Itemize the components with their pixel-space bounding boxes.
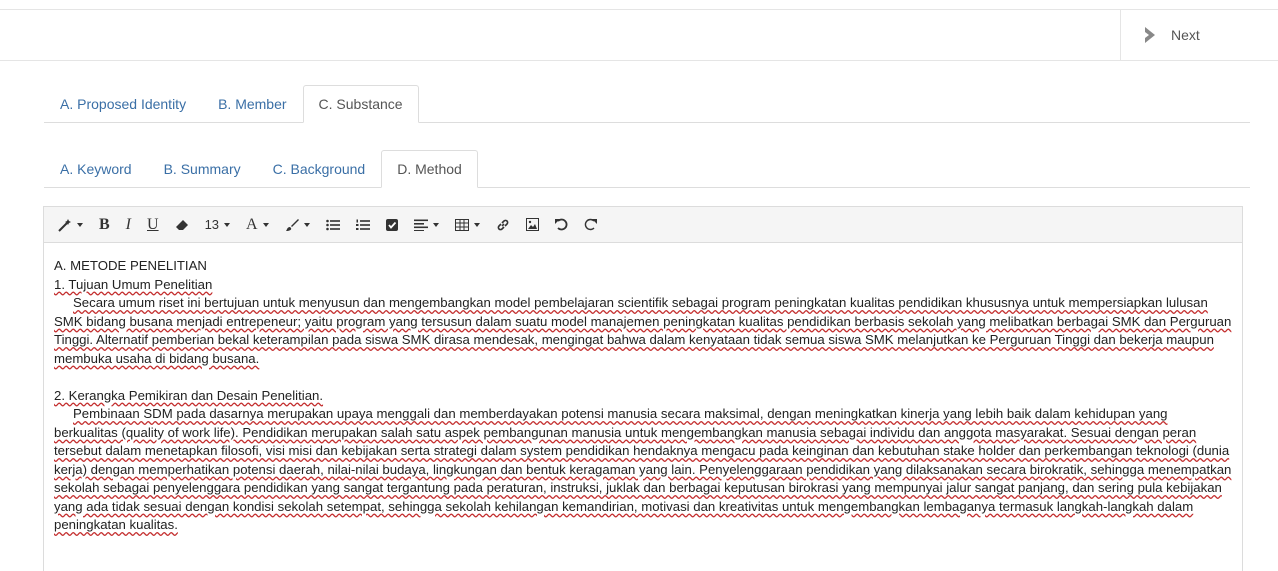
tab-background[interactable]: C. Background (257, 150, 382, 188)
font-color-label: A (246, 215, 258, 233)
rich-text-editor: B I U 13 A A. METODE PENELITIAN 1. Tujua… (43, 206, 1243, 571)
top-navigation-bar: Next (0, 9, 1278, 61)
paragraph-1: Secara umum riset ini bertujuan untuk me… (54, 295, 1232, 366)
next-button[interactable]: Next (1120, 10, 1278, 60)
tab-member[interactable]: B. Member (202, 85, 302, 123)
chevron-right-icon (1145, 27, 1155, 43)
brush-icon[interactable] (279, 212, 316, 238)
font-size-value: 13 (204, 217, 220, 232)
font-size-select[interactable]: 13 (199, 212, 236, 238)
tab-summary[interactable]: B. Summary (148, 150, 257, 188)
main-tabs: A. Proposed Identity B. Member C. Substa… (44, 85, 1250, 123)
table-icon[interactable] (449, 212, 486, 238)
link-icon[interactable] (490, 212, 516, 238)
ordered-list-icon[interactable] (350, 212, 376, 238)
align-icon[interactable] (408, 212, 445, 238)
tab-proposed-identity[interactable]: A. Proposed Identity (44, 85, 202, 123)
eraser-icon[interactable] (169, 212, 195, 238)
bold-button[interactable]: B (93, 212, 116, 238)
next-label: Next (1171, 27, 1200, 43)
item2-title: 2. Kerangka Pemikiran dan Desain Penelit… (54, 387, 324, 403)
font-color-button[interactable]: A (240, 212, 275, 238)
tab-keyword[interactable]: A. Keyword (44, 150, 148, 188)
underline-button[interactable]: U (141, 212, 165, 238)
checkbox-icon[interactable] (380, 212, 404, 238)
undo-icon[interactable] (549, 212, 574, 238)
sub-tabs: A. Keyword B. Summary C. Background D. M… (44, 150, 1250, 188)
italic-button[interactable]: I (120, 212, 137, 238)
redo-icon[interactable] (578, 212, 603, 238)
unordered-list-icon[interactable] (320, 212, 346, 238)
editor-toolbar: B I U 13 A (44, 207, 1242, 243)
tab-method[interactable]: D. Method (381, 150, 478, 188)
tab-substance[interactable]: C. Substance (302, 85, 419, 123)
magic-icon[interactable] (52, 212, 89, 238)
item1-title: 1. Tujuan Umum Penelitian (54, 276, 213, 292)
editor-content[interactable]: A. METODE PENELITIAN 1. Tujuan Umum Pene… (44, 243, 1242, 535)
section-heading: A. METODE PENELITIAN (54, 258, 207, 273)
picture-icon[interactable] (520, 212, 545, 238)
paragraph-2: Pembinaan SDM pada dasarnya merupakan up… (54, 406, 1232, 532)
